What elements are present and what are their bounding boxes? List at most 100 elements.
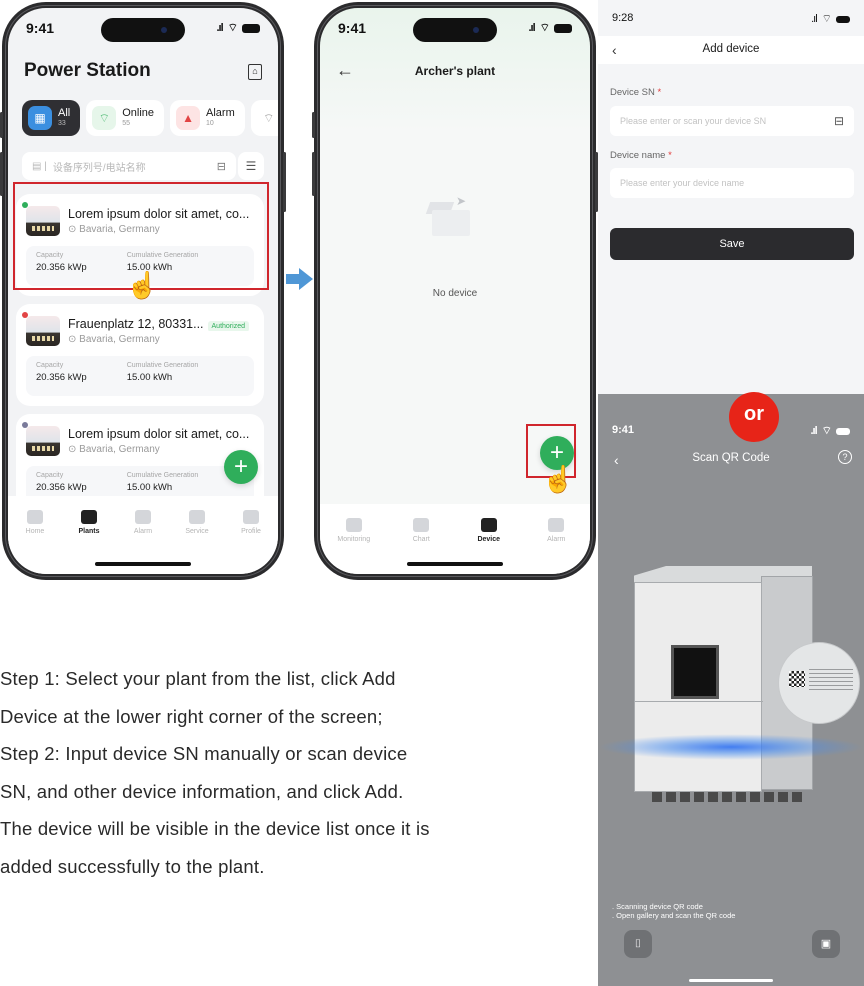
tab-label: Home	[25, 528, 45, 535]
empty-state-text: No device	[432, 288, 478, 299]
home-indicator	[95, 562, 191, 566]
flashlight-icon[interactable]: ⌷	[624, 930, 652, 958]
instructions: Step 1: Select your plant from the list,…	[0, 660, 560, 885]
tab-label: Alarm	[133, 528, 153, 535]
add-device-screen: 9:28 .ıl ⌔ ‹ Add device Device SN * Pleas…	[598, 0, 864, 394]
wifi-icon: ⌔	[92, 106, 117, 130]
instruction-line: Step 1: Select your plant from the list,…	[0, 668, 396, 689]
wifi-icon: ⌔	[821, 13, 832, 25]
device-sn-input[interactable]: Please enter or scan your device SN ⊟	[610, 106, 854, 136]
tap-hand-icon: ☝	[542, 464, 575, 494]
filter-offline[interactable]: ⌔	[250, 100, 278, 136]
location-text: Bavaria, Germany	[79, 334, 160, 345]
wifi-icon: ⌔	[539, 22, 550, 34]
capacity-label: Capacity	[36, 472, 64, 479]
tab-monitoring[interactable]: Monitoring	[330, 518, 378, 574]
save-button[interactable]: Save	[610, 228, 854, 260]
device-name-input[interactable]: Please enter your device name	[610, 168, 854, 198]
signal-icon: .ıl	[810, 425, 817, 437]
status-bar: 9:28 .ıl ⌔	[612, 12, 850, 26]
or-badge: or	[729, 392, 779, 442]
tab-profile[interactable]: Profile	[227, 510, 275, 574]
filter-settings-icon[interactable]: ☰	[238, 152, 264, 180]
grid-icon: ▦	[28, 106, 52, 130]
tab-label: Monitoring	[337, 536, 371, 543]
instruction-line: Device at the lower right corner of the …	[0, 705, 383, 727]
battery-icon	[836, 427, 850, 435]
inverter-display	[671, 645, 719, 699]
generation-label: Cumulative Generation	[126, 472, 199, 479]
page-title: Power Station	[24, 60, 151, 81]
tab-label: Device	[477, 536, 501, 543]
page-title: Archer's plant	[414, 64, 496, 78]
plants-icon	[81, 510, 97, 524]
tap-hand-icon: ☝	[126, 270, 159, 300]
scan-icon[interactable]: ⊟	[834, 114, 844, 128]
name-field-label: Device name *	[610, 150, 672, 161]
filter-all[interactable]: ▦ All 33	[22, 100, 81, 136]
phone-side-button	[312, 152, 315, 196]
scan-icon[interactable]: ⊟	[217, 160, 226, 173]
dynamic-island	[101, 18, 185, 42]
add-plant-button[interactable]: +	[224, 450, 258, 484]
device-icon	[480, 518, 497, 532]
filter-alarm[interactable]: ▲ Alarm 10	[170, 100, 245, 136]
page-title: Add device	[702, 43, 760, 55]
plant-thumbnail	[26, 316, 60, 346]
tab-label: Plants	[78, 528, 100, 535]
empty-box-icon: ➤	[422, 194, 482, 244]
plant-card[interactable]: Frauenplatz 12, 80331... Authorized ⊙ Bav…	[16, 304, 264, 406]
plant-location: ⊙ Bavaria, Germany	[68, 444, 160, 455]
scan-qr-screen: 9:41 .ıl ⌔ ‹ Scan QR Code ? . Scanning de…	[598, 394, 864, 986]
instruction-line: The device will be visible in the device…	[0, 818, 430, 839]
authorized-badge: Authorized	[207, 321, 249, 331]
tab-label: Chart	[412, 536, 430, 543]
alarm-icon	[548, 518, 565, 532]
sn-field-label: Device SN *	[610, 87, 661, 98]
phone-side-button	[0, 112, 3, 138]
help-icon[interactable]: ?	[838, 450, 852, 464]
location-text: Bavaria, Germany	[79, 444, 160, 455]
plant-name: Frauenplatz 12, 80331... Authorized	[68, 317, 249, 331]
instruction-line: added successfully to the plant.	[0, 855, 265, 877]
filter-label: Alarm	[206, 107, 235, 119]
sn-placeholder: Please enter or scan your device SN	[620, 116, 767, 126]
scan-hints: . Scanning device QR code . Open gallery…	[612, 902, 735, 920]
filter-label: All	[58, 107, 71, 119]
capacity-label: Capacity	[36, 362, 64, 369]
qr-code-magnifier	[778, 642, 860, 724]
status-filter-tabs: ▦ All 33 ⌔ Online 55 ▲ Alarm 10 ⌔	[22, 100, 278, 136]
bookmark-icon[interactable]: ⌂	[248, 64, 262, 80]
search-placeholder: 设备序列号/电站名称	[52, 162, 146, 174]
tab-alarm[interactable]: Alarm	[532, 518, 580, 574]
search-input[interactable]: ▤ | 设备序列号/电站名称 ⊟	[22, 152, 236, 180]
filter-count: 33	[58, 120, 66, 127]
plant-location: ⊙ Bavaria, Germany	[68, 334, 160, 345]
status-time: 9:41	[26, 20, 55, 36]
required-mark: *	[668, 150, 672, 161]
home-indicator	[689, 979, 773, 982]
signal-icon: .ıl	[528, 22, 535, 34]
capacity-value: 20.356 kWp	[36, 482, 87, 493]
status-time: 9:41	[338, 20, 367, 36]
wifi-icon: ⌔	[821, 425, 832, 437]
scan-hint: . Open gallery and scan the QR code	[612, 911, 736, 920]
capacity-value: 20.356 kWp	[36, 372, 87, 383]
required-mark: *	[657, 87, 662, 98]
tab-label: Profile	[241, 528, 261, 535]
filter-online[interactable]: ⌔ Online 55	[86, 100, 165, 136]
phone-side-button	[0, 152, 3, 196]
dynamic-island	[413, 18, 497, 42]
label-text: Device SN	[610, 87, 655, 98]
phone-side-button	[312, 112, 315, 138]
gallery-icon[interactable]: ▣	[812, 930, 840, 958]
tab-home[interactable]: Home	[11, 510, 59, 574]
profile-icon	[243, 510, 259, 524]
battery-icon	[554, 23, 572, 33]
status-time: 9:28	[612, 12, 634, 24]
wifi-off-icon: ⌔	[263, 110, 275, 125]
chart-icon	[413, 518, 430, 532]
plant-stats: Capacity 20.356 kWp Cumulative Generation…	[26, 356, 254, 396]
filter-count: 55	[122, 120, 131, 127]
instruction-line: SN, and other device information, and cl…	[0, 780, 404, 802]
